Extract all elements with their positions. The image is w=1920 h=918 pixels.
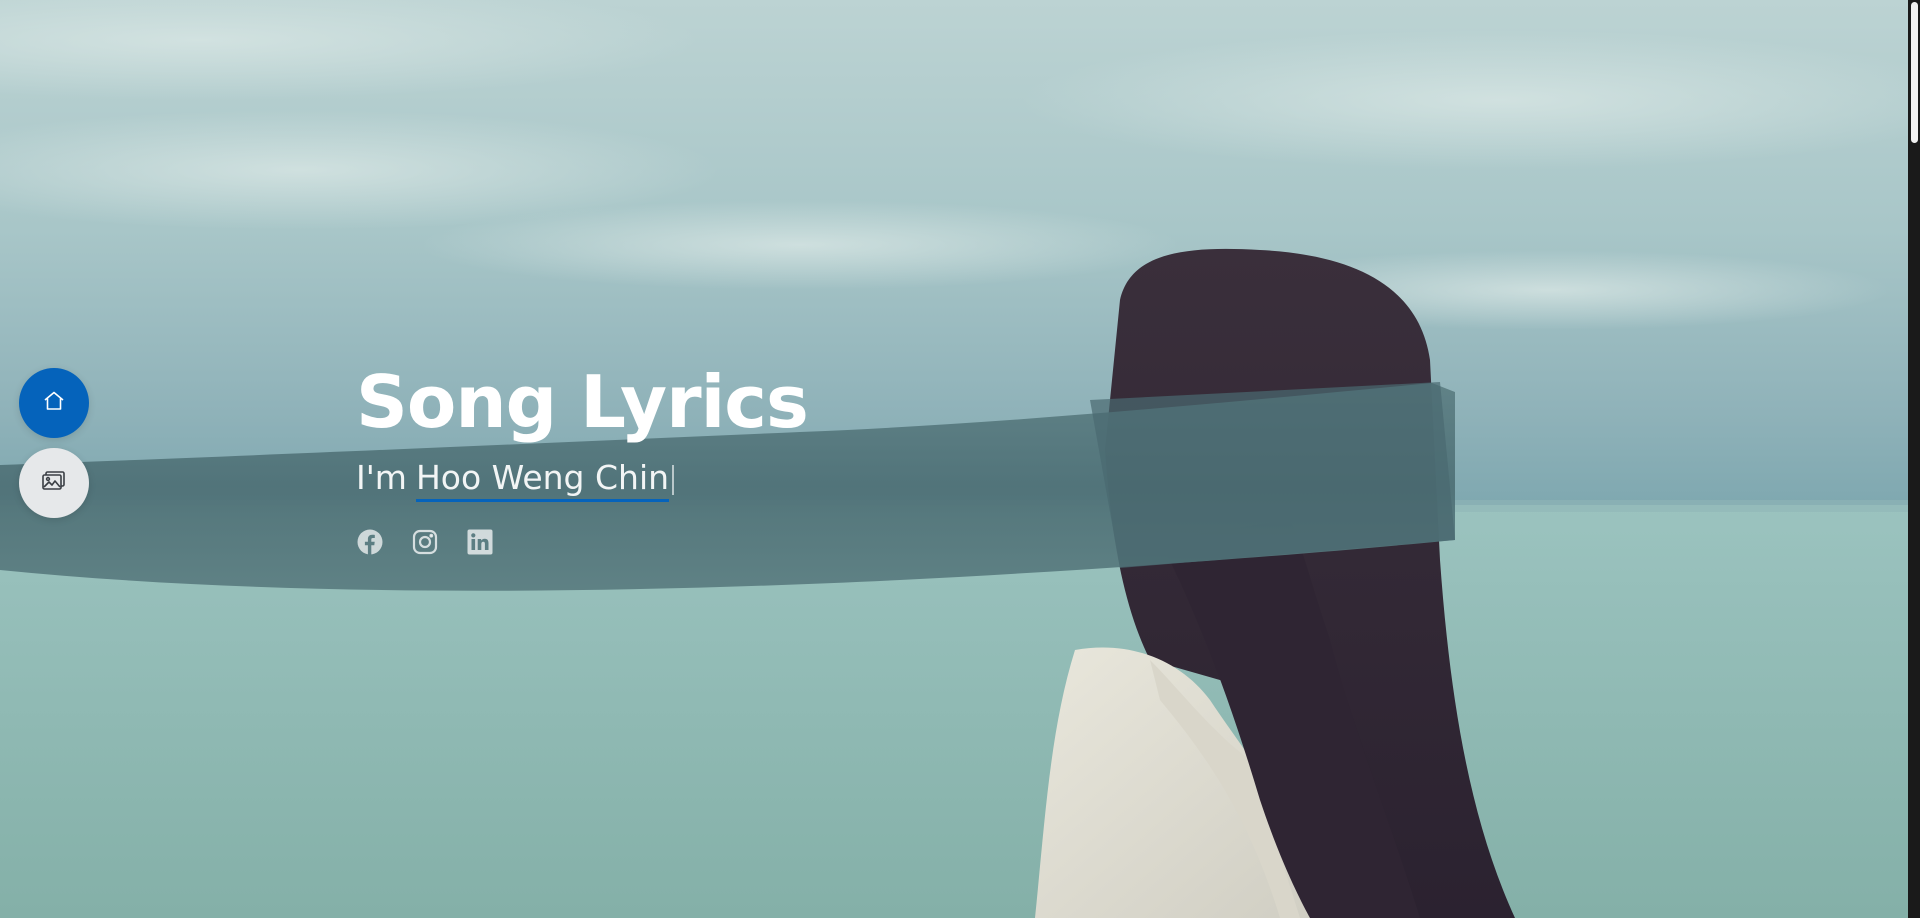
scrollbar-thumb[interactable] <box>1911 2 1918 143</box>
social-links <box>356 529 808 560</box>
facebook-icon <box>357 529 383 560</box>
gallery-icon <box>41 469 67 498</box>
facebook-link[interactable] <box>356 529 384 560</box>
intro-prefix: I'm <box>356 458 407 497</box>
home-icon <box>42 389 66 418</box>
typing-cursor <box>672 465 675 495</box>
hero-title: Song Lyrics <box>356 360 809 444</box>
nav-gallery-button[interactable] <box>19 448 89 518</box>
linkedin-link[interactable] <box>466 529 494 560</box>
page-scrollbar[interactable] <box>1908 0 1920 918</box>
linkedin-icon <box>467 529 493 560</box>
hero-subtitle: I'm Hoo Weng Chin <box>356 458 808 502</box>
instagram-link[interactable] <box>411 529 439 560</box>
typed-name: Hoo Weng Chin <box>415 458 670 502</box>
nav-home-button[interactable] <box>19 368 89 438</box>
side-nav <box>19 368 89 518</box>
page: Song Lyrics I'm Hoo Weng Chin <box>0 0 1920 918</box>
hero-content: Song Lyrics I'm Hoo Weng Chin <box>356 356 809 560</box>
hero-background-image <box>0 0 1908 918</box>
instagram-icon <box>412 529 438 560</box>
